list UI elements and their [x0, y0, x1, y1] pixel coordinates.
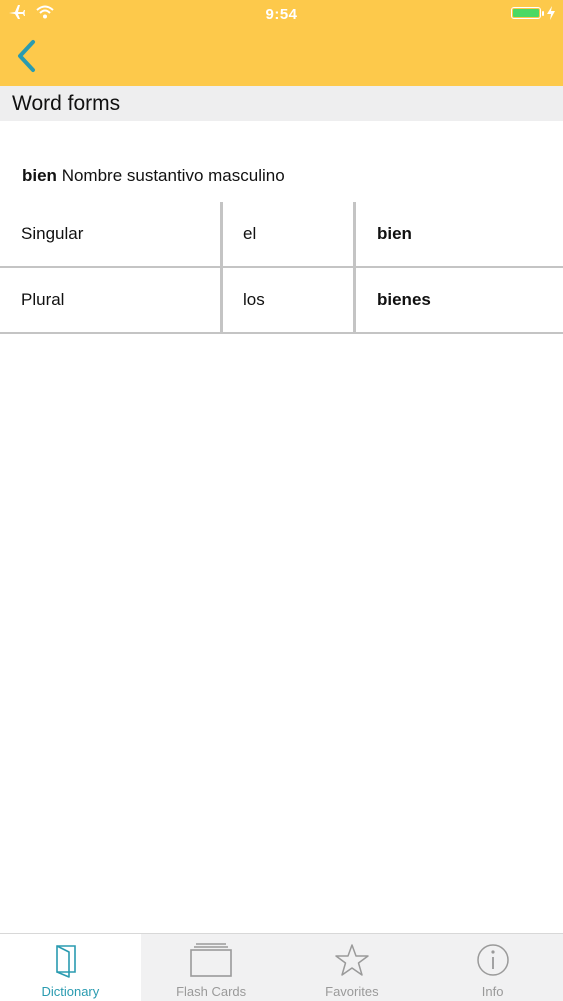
tab-info[interactable]: Info [422, 934, 563, 1001]
status-bar: 9:54 [0, 0, 563, 30]
number-cell: Singular [21, 224, 84, 243]
form-cell: bien [377, 224, 412, 243]
tab-label: Favorites [325, 984, 379, 999]
status-time: 9:54 [265, 6, 298, 23]
entry-description: Nombre sustantivo masculino [61, 166, 285, 185]
charging-icon [547, 6, 555, 20]
column-divider [353, 202, 356, 266]
column-divider [220, 268, 223, 332]
number-cell: Plural [21, 290, 65, 309]
article-cell: los [243, 290, 265, 309]
article-cell: el [243, 224, 257, 243]
top-bar: 9:54 [0, 0, 563, 86]
star-icon [335, 944, 369, 976]
entry-headline: bien Nombre sustantivo masculino [22, 166, 285, 186]
section-title: Word forms [12, 92, 121, 115]
tab-label: Flash Cards [176, 984, 247, 999]
word-forms-table: Singular el bien Plural los bienes [0, 202, 563, 334]
tab-favorites[interactable]: Favorites [282, 934, 423, 1001]
battery-icon [511, 7, 544, 19]
column-divider [220, 202, 223, 266]
back-button[interactable] [8, 36, 48, 76]
tab-bar: Dictionary Flash Cards Favorites Info [0, 933, 563, 1001]
status-right-icons [511, 6, 555, 20]
tab-dictionary[interactable]: Dictionary [0, 934, 141, 1001]
column-divider [353, 268, 356, 332]
book-icon [56, 945, 77, 978]
table-row: Singular el bien [0, 202, 563, 268]
table-row: Plural los bienes [0, 268, 563, 334]
tab-label: Info [481, 984, 504, 999]
chevron-left-icon [18, 40, 35, 72]
form-cell: bienes [377, 290, 431, 309]
section-header: Word forms [0, 86, 563, 121]
flash-cards-icon [190, 943, 232, 977]
entry-word: bien [22, 166, 57, 185]
tab-label: Dictionary [41, 984, 100, 999]
info-icon [476, 944, 509, 976]
tab-flash-cards[interactable]: Flash Cards [141, 934, 282, 1001]
